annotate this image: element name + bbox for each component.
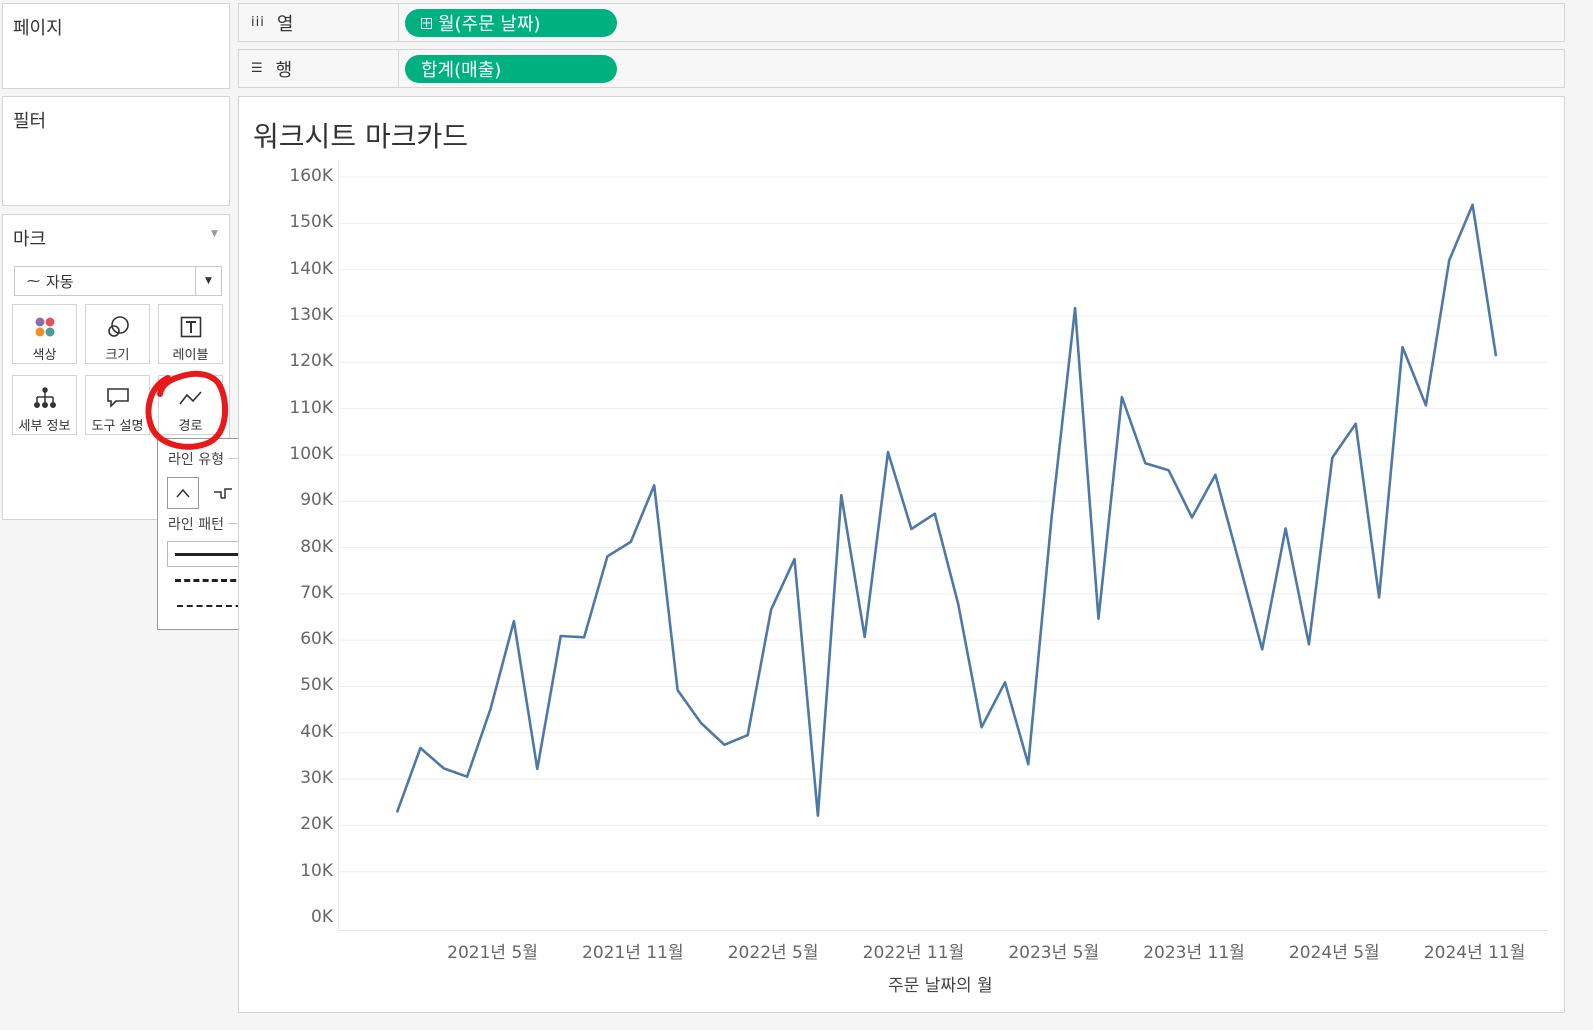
y-tick-label: 110K [289,397,333,418]
pages-card-title: 페이지 [13,18,63,39]
y-tick-label: 70K [300,582,333,603]
marks-card-menu-icon[interactable]: ▼ [211,229,218,239]
detail-button-label: 세부 정보 [18,419,71,434]
y-tick-label: 30K [300,768,333,789]
rows-pill-label: 합계(매출) [421,60,502,81]
columns-shelf-label: 열 [276,13,294,35]
y-tick-label: 50K [300,675,333,696]
columns-pill[interactable]: + 월(주문 날짜) [405,9,617,37]
x-tick-label: 2021년 11월 [582,943,684,963]
size-button-label: 크기 [105,348,130,363]
columns-shelf[interactable]: iii 열 + 월(주문 날짜) [238,3,1565,42]
rows-shelf-label: 행 [275,59,293,81]
x-tick-label: 2024년 5월 [1288,943,1380,963]
linear-line-icon [176,488,190,498]
worksheet-title: 워크시트 마크카드 [253,120,468,153]
color-button[interactable]: 색상 [12,304,77,364]
line-mark-icon: ⁓ [27,273,40,289]
tooltip-icon [106,384,130,411]
x-axis-title: 주문 날짜의 월 [888,976,993,996]
columns-icon: iii [251,15,265,30]
rows-icon: ☰ [251,61,264,76]
x-axis: 2021년 5월 2021년 11월 2022년 5월 2022년 11월 2023년 … [0,938,1593,964]
expand-plus-icon[interactable]: + [421,17,432,29]
y-tick-label: 10K [300,860,333,881]
mark-type-value: 자동 [46,272,74,291]
x-tick-label: 2021년 5월 [447,943,538,963]
label-button[interactable]: 레이블 [158,304,223,364]
y-tick-label: 60K [300,629,333,650]
y-tick-label: 40K [300,721,333,742]
step-line-icon [214,488,232,499]
columns-pill-label: 월(주문 날짜) [438,14,541,35]
y-tick-label: 120K [289,351,333,372]
y-tick-label: 0K [311,907,333,927]
x-tick-label: 2022년 5월 [727,943,819,963]
filters-card[interactable]: 필터 [2,96,230,206]
columns-shelf-label-area: iii 열 [239,4,399,41]
rows-pill[interactable]: 합계(매출) [405,55,617,83]
y-tick-label: 90K [300,490,333,511]
line-type-linear-option[interactable] [167,477,199,509]
color-dots-icon [34,313,56,340]
line-chart [338,160,1548,931]
annotation-circle [145,370,229,450]
sales-series-line[interactable] [395,203,1498,817]
label-icon [180,313,202,340]
marks-card-title: 마크 [13,229,47,250]
rows-shelf[interactable]: ☰ 행 합계(매출) [238,49,1565,88]
line-pattern-label: 라인 패턴 [168,514,228,534]
tooltip-button-label: 도구 설명 [91,419,144,434]
rows-shelf-label-area: ☰ 행 [239,50,399,87]
size-icon [106,313,130,340]
chevron-down-icon[interactable]: ▼ [195,267,221,295]
pages-card: 페이지 [2,3,230,89]
detail-icon [33,384,57,411]
mark-type-dropdown[interactable]: ⁓ 자동 ▼ [14,266,222,296]
x-tick-label: 2022년 11월 [862,943,965,963]
x-tick-label: 2023년 11월 [1143,943,1245,963]
label-button-label: 레이블 [172,348,209,363]
y-tick-label: 100K [289,443,333,464]
y-tick-label: 80K [300,536,333,557]
line-type-step-option[interactable] [207,477,239,509]
y-tick-label: 150K [289,212,333,233]
filters-card-title: 필터 [13,111,47,132]
x-tick-label: 2023년 5월 [1008,943,1100,963]
y-axis: 160K 150K 140K 130K 120K 110K 100K 90K 80K 70K 60K… [245,160,333,940]
y-tick-label: 140K [289,258,333,279]
color-button-label: 색상 [32,348,57,363]
y-tick-label: 20K [300,814,333,835]
x-tick-label: 2024년 11월 [1423,943,1526,963]
detail-button[interactable]: 세부 정보 [12,375,77,435]
y-tick-label: 130K [289,304,333,325]
y-tick-label: 160K [289,166,333,186]
size-button[interactable]: 크기 [85,304,150,364]
